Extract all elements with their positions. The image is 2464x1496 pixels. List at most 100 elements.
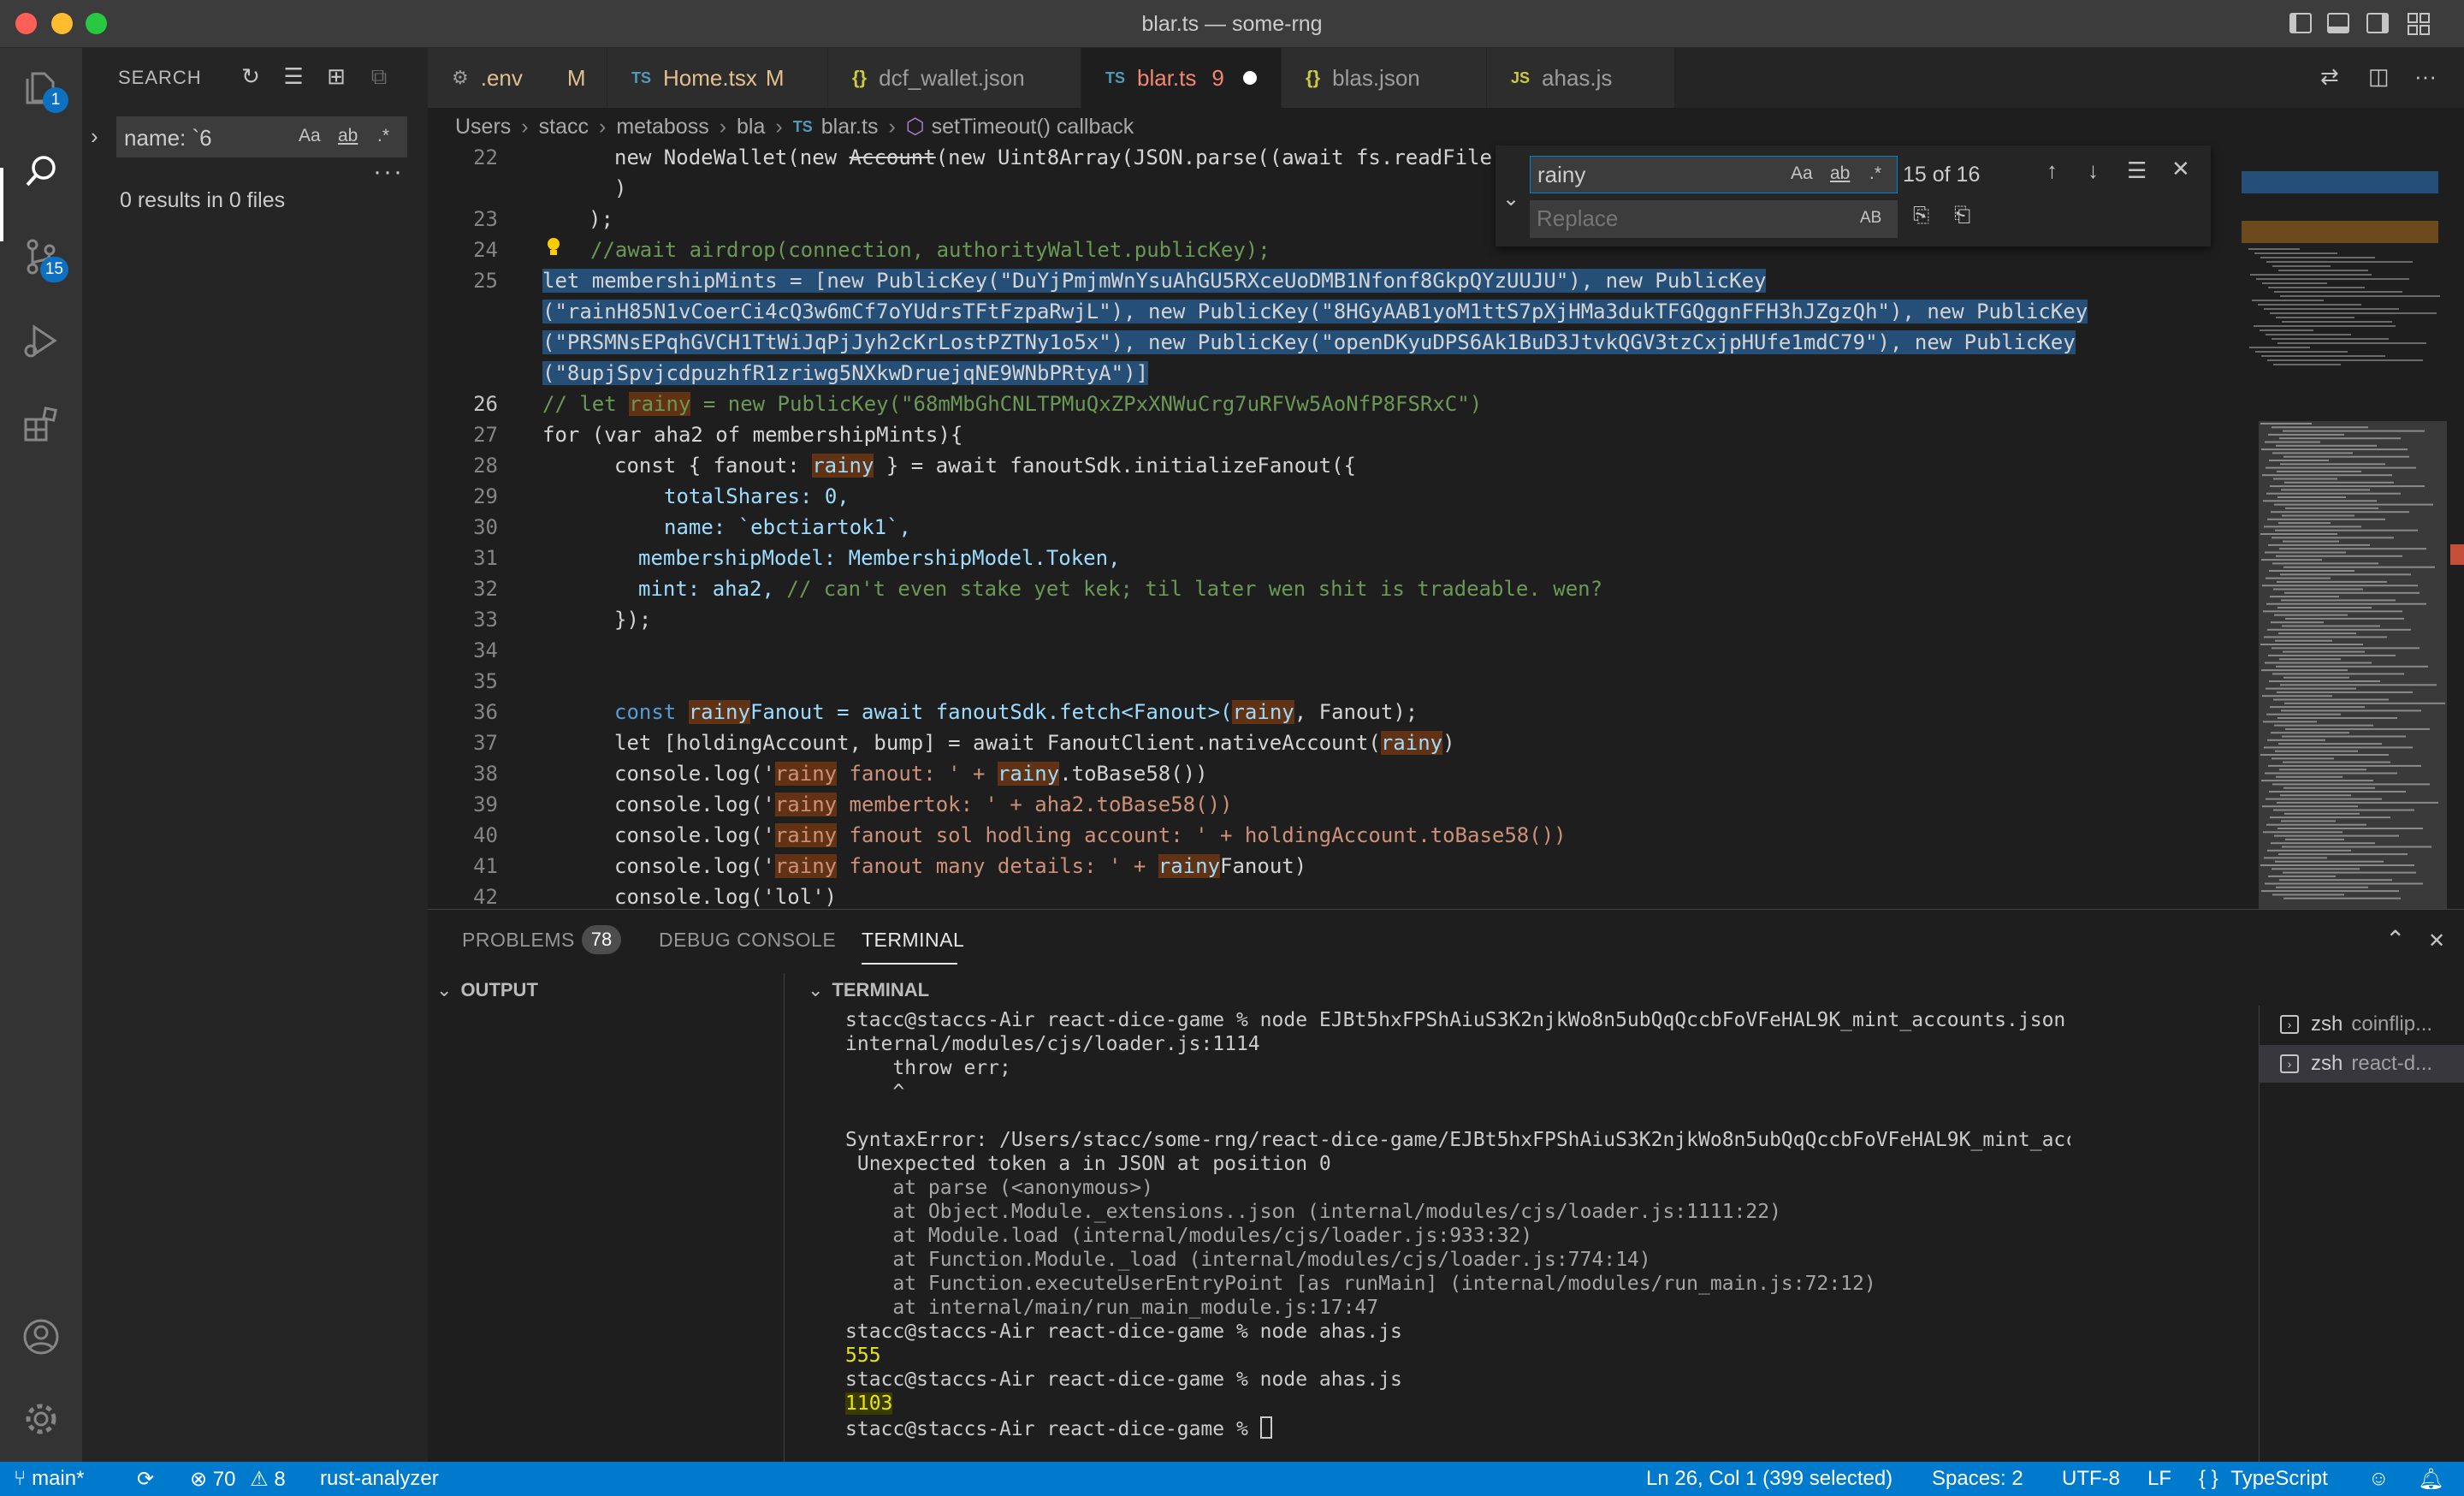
feedback-icon[interactable]: ☺ [2368,1467,2390,1491]
search-input[interactable] [124,124,295,151]
match-whole-word-icon[interactable]: ab [338,126,358,146]
replace-one-icon[interactable]: ⎘ [1913,204,1929,228]
split-editor-icon[interactable]: ◫ [2368,63,2396,91]
encoding[interactable]: UTF-8 [2062,1467,2120,1491]
clear-results-icon[interactable]: ☰ [281,63,306,89]
output-label: OUTPUT [460,979,538,1000]
breadcrumb-item[interactable]: stacc [539,115,589,140]
manage-button[interactable] [21,1398,62,1440]
toggle-replace-chevron-icon[interactable]: › [91,123,98,150]
cursor-position[interactable]: Ln 26, Col 1 (399 selected) [1646,1467,1892,1491]
terminal-line: SyntaxError: /Users/stacc/some-rng/react… [845,1129,2070,1151]
language-mode[interactable]: { } TypeScript [2199,1467,2328,1491]
code-line: console.log('rainy fanout sol hodling ac… [614,823,1567,847]
collapse-all-icon[interactable]: ⧉ [366,63,392,89]
toggle-sidebar-icon[interactable] [2289,13,2312,33]
breadcrumb-item[interactable]: Users [455,115,511,140]
code-editor[interactable]: 22 23 24 25 26 27 28 29 30 31 32 33 34 35 36 37 38 39 40 41… [428,145,2242,909]
code-line: totalShares: 0, [664,484,850,508]
use-regex-icon[interactable]: .* [1869,163,1881,184]
code-line: membershipModel: MembershipModel.Token, [638,546,1121,570]
line-number: 26 [473,392,498,416]
find-in-selection-icon[interactable]: ☰ [2127,157,2147,184]
toggle-secondary-sidebar-icon[interactable] [2366,13,2389,33]
active-view-indicator [0,168,3,241]
end-of-line[interactable]: LF [2147,1467,2171,1491]
minimap[interactable] [2242,145,2464,909]
run-debug-button[interactable] [21,320,62,361]
tab-env[interactable]: ⚙ .env M [428,48,607,108]
terminal-line: at Module.load (internal/modules/cjs/loa… [845,1225,1533,1247]
match-whole-word-icon[interactable]: ab [1830,163,1850,184]
customize-layout-icon[interactable] [2406,10,2431,36]
bell-icon[interactable]: 🔔︎ [2418,1467,2443,1492]
breadcrumb-item[interactable]: blar.ts [821,115,879,140]
preserve-case-icon[interactable]: AB [1860,209,1881,228]
match-case-icon[interactable]: Aa [299,126,321,146]
more-options-icon[interactable]: ··· [373,157,404,187]
toggle-panel-icon[interactable] [2327,13,2349,33]
indentation[interactable]: Spaces: 2 [1932,1467,2023,1491]
breadcrumb-item[interactable]: bla [737,115,765,140]
code-line-selected: ("8upjSpvjcdpuzhfR1zriwg5NXkwDruejqNE9WN… [542,361,1149,385]
extensions-button[interactable] [21,404,62,445]
problems-indicator[interactable]: ⊗ 70 ⚠ 8 [190,1467,286,1492]
breadcrumb-item[interactable]: metaboss [616,115,708,140]
source-control-button[interactable]: 15 [21,236,68,282]
tab-blar-ts[interactable]: TS blar.ts 9 [1081,48,1282,108]
rust-analyzer-status[interactable]: rust-analyzer [320,1467,439,1491]
terminal-item[interactable]: › zsh react-d... [2260,1045,2464,1083]
code-line: ); [589,207,613,231]
terminal-item[interactable]: › zsh coinflip... [2260,1006,2464,1043]
search-sidebar: SEARCH ↻ ☰ ⊞ ⧉ › Aa ab .* ··· 0 results … [82,48,428,1462]
code-line: console.log('rainy fanout many details: … [614,854,1307,878]
line-number: 25 [473,269,498,293]
match-case-icon[interactable]: Aa [1791,163,1813,184]
line-number: 41 [473,854,498,878]
terminal-section-header[interactable]: ⌄ TERMINAL [808,973,929,1007]
tab-problems[interactable]: PROBLEMS [462,929,575,952]
terminal-output[interactable]: stacc@staccs-Air react-dice-game % node … [838,1009,2070,1463]
tab-blas-json[interactable]: {} blas.json [1282,48,1487,108]
line-number: 22 [473,145,498,169]
tab-label: blar.ts [1137,64,1197,91]
source-control-badge: 15 [39,257,68,282]
compare-changes-icon[interactable]: ⇄ [2320,63,2348,91]
line-number: 42 [473,885,498,909]
more-actions-icon[interactable]: ··· [2414,63,2442,91]
chevron-up-icon[interactable]: ⌃ [2385,925,2405,953]
line-number: 34 [473,638,498,662]
tab-ahas-js[interactable]: JS ahas.js [1487,48,1675,108]
sync-icon[interactable]: ⟳ [137,1467,154,1492]
close-icon[interactable]: ✕ [2171,156,2190,182]
tab-home-tsx[interactable]: TS Home.tsx M [607,48,828,108]
close-panel-icon[interactable]: ✕ [2428,929,2445,953]
new-search-editor-icon[interactable]: ⊞ [323,63,349,89]
find-input[interactable] [1537,162,1777,187]
replace-input[interactable] [1537,205,1776,231]
arrow-down-icon[interactable]: ↓ [2088,157,2099,184]
search-icon [26,156,56,187]
find-match-count: 15 of 16 [1903,163,1981,187]
replace-all-icon[interactable]: ⎗ [1954,204,1970,228]
use-regex-icon[interactable]: .* [377,126,389,146]
explorer-button[interactable]: 1 [21,67,68,113]
unsaved-dot-icon[interactable] [1242,71,1257,85]
line-number: 38 [473,762,498,786]
lightbulb-icon[interactable] [544,236,563,258]
accounts-button[interactable] [21,1316,62,1357]
output-section-header[interactable]: ⌄ OUTPUT [436,973,538,1007]
search-view-button[interactable] [21,151,62,192]
refresh-icon[interactable]: ↻ [238,63,264,89]
breadcrumb-item[interactable]: setTimeout() callback [932,115,1134,140]
toggle-replace-chevron-icon[interactable]: ⌄ [1502,187,1519,211]
code-line: ) [614,176,627,200]
line-number: 29 [473,484,498,508]
arrow-up-icon[interactable]: ↑ [2046,157,2058,184]
chevron-down-icon: ⌄ [436,979,453,1000]
tab-terminal[interactable]: TERMINAL [862,929,964,952]
tab-debug-console[interactable]: DEBUG CONSOLE [659,929,836,952]
branch-indicator[interactable]: ⑂ main* [14,1467,84,1491]
panel-splitter[interactable] [784,973,785,1463]
tab-dcf-wallet-json[interactable]: {} dcf_wallet.json [828,48,1081,108]
